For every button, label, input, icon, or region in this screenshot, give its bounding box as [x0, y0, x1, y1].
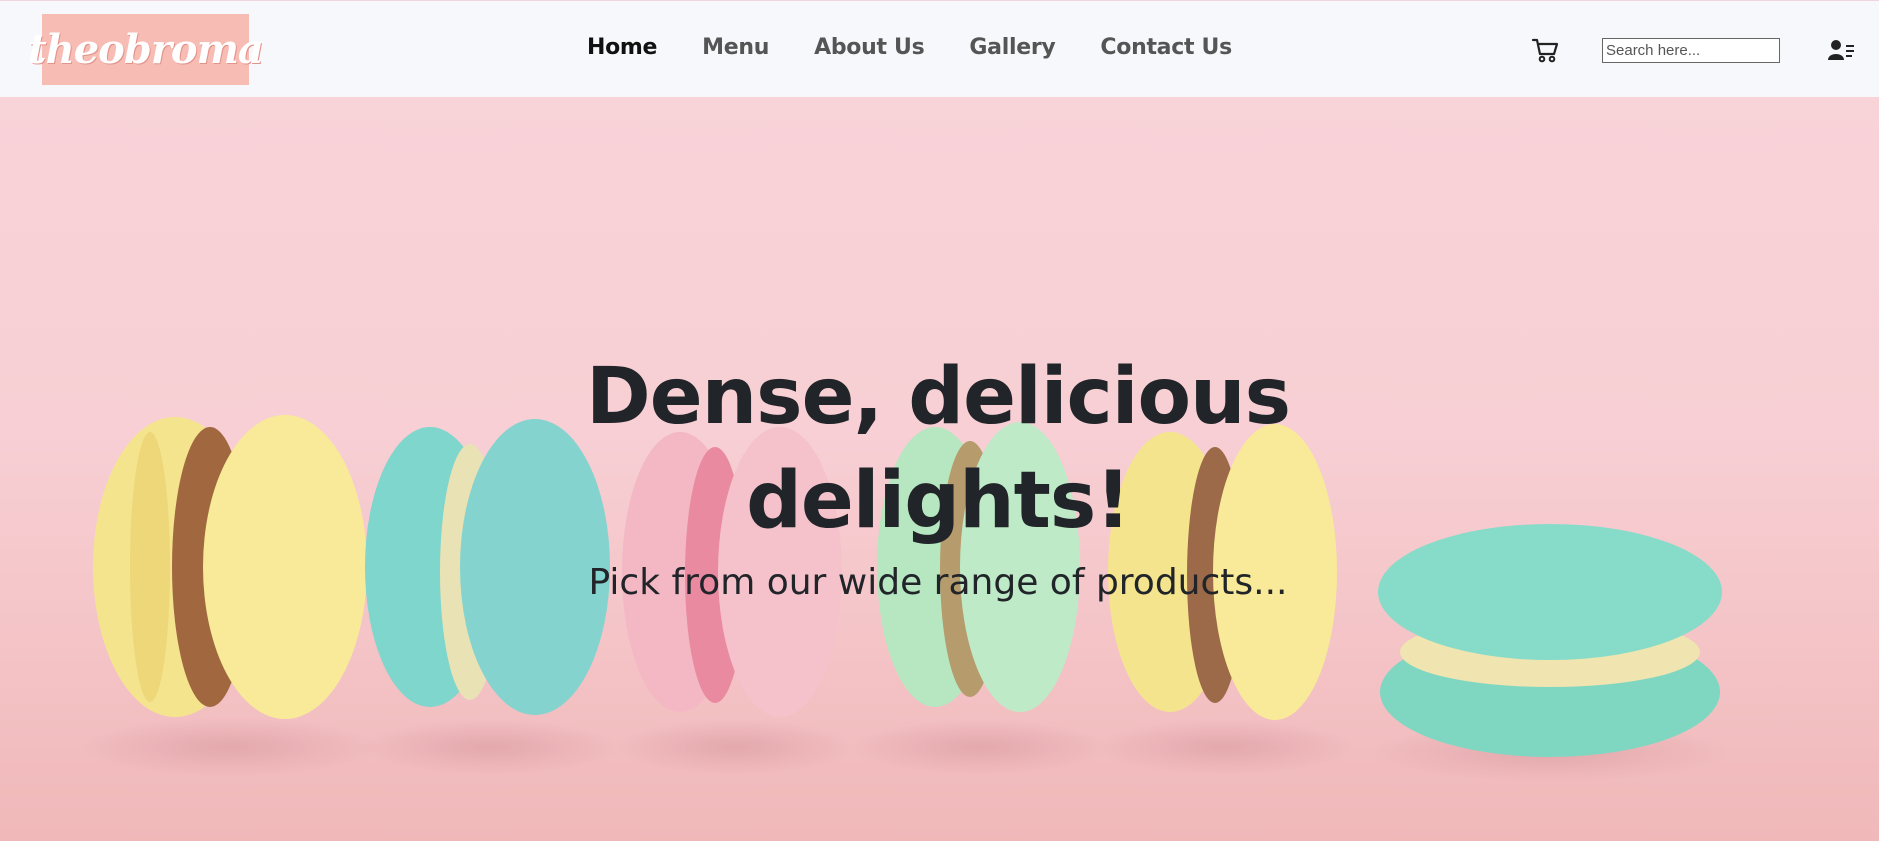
- user-profile-icon[interactable]: [1828, 39, 1856, 61]
- nav-link-home[interactable]: Home: [587, 35, 657, 60]
- main-nav: Home Menu About Us Gallery Contact Us: [587, 35, 1277, 60]
- brand-logo-text: theobroma: [28, 26, 264, 73]
- hero-banner: Dense, delicious delights! Pick from our…: [0, 97, 1879, 841]
- top-navbar: theobroma Home Menu About Us Gallery Con…: [0, 0, 1879, 97]
- nav-link-contact-us[interactable]: Contact Us: [1100, 35, 1232, 60]
- shopping-cart-icon[interactable]: [1531, 37, 1559, 63]
- nav-link-about-us[interactable]: About Us: [814, 35, 925, 60]
- brand-logo[interactable]: theobroma: [28, 14, 264, 85]
- search-input[interactable]: [1602, 38, 1780, 63]
- hero-subline: Pick from our wide range of products...: [588, 562, 1288, 603]
- nav-link-menu[interactable]: Menu: [702, 35, 769, 60]
- hero-headline: Dense, delicious delights!: [585, 352, 1291, 546]
- nav-link-gallery[interactable]: Gallery: [969, 35, 1055, 60]
